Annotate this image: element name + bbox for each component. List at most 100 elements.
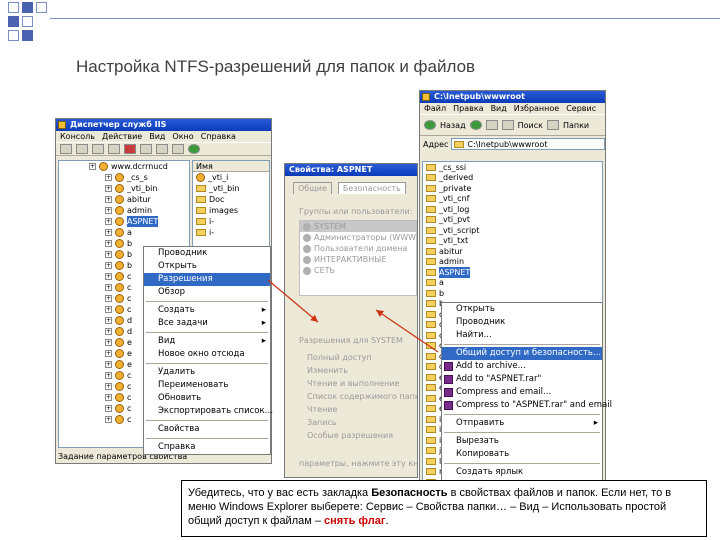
menu-item[interactable]: Обновить — [144, 392, 270, 405]
menu-item[interactable]: Compress to "ASPNET.rar" and email — [442, 399, 612, 412]
address-input[interactable]: C:\Inetpub\wwwroot — [451, 138, 605, 150]
file-item[interactable]: _vti_script — [423, 225, 602, 236]
expand-icon[interactable]: + — [105, 372, 112, 379]
expand-icon[interactable]: + — [105, 218, 112, 225]
explorer-menu-item[interactable]: Избранное — [514, 103, 559, 114]
expand-icon[interactable]: + — [105, 273, 112, 280]
menu-item[interactable]: Проводник — [442, 316, 602, 329]
search-button-label[interactable]: Поиск — [518, 121, 543, 130]
user-list-item[interactable]: SYSTEM — [300, 221, 416, 232]
menu-item[interactable]: Вид ▸ — [144, 335, 270, 348]
menu-item[interactable]: Compress and email... — [442, 386, 602, 399]
menu-item[interactable]: Все задачи ▸ — [144, 317, 270, 330]
menu-item[interactable]: Отправить ▸ — [442, 417, 602, 430]
menu-item[interactable]: Общий доступ и безопасность... — [442, 347, 602, 360]
iis-menu-item[interactable]: Действие — [102, 131, 142, 142]
tree-item[interactable]: + _cs_s — [59, 172, 189, 183]
explorer-menu-item[interactable]: Файл — [424, 103, 446, 114]
play-icon[interactable] — [188, 144, 200, 154]
expand-icon[interactable]: + — [105, 350, 112, 357]
menu-item[interactable]: Разрешения — [144, 273, 270, 286]
file-item[interactable]: ASPNET — [423, 266, 602, 278]
menu-item[interactable]: Add to archive... — [442, 360, 602, 373]
iis-menu-item[interactable]: Вид — [149, 131, 165, 142]
list-item[interactable]: _vti_bin — [193, 183, 269, 194]
menu-item[interactable]: Открыть — [144, 260, 270, 273]
tree-item[interactable]: + abitur — [59, 194, 189, 205]
expand-icon[interactable]: + — [105, 229, 112, 236]
menu-item[interactable]: Обзор — [144, 286, 270, 299]
expand-icon[interactable]: + — [105, 328, 112, 335]
export-icon[interactable] — [156, 144, 168, 154]
folders-button-label[interactable]: Папки — [563, 121, 589, 130]
expand-icon[interactable]: + — [105, 185, 112, 192]
users-list[interactable]: SYSTEM Администраторы (WWW) Пользователи д… — [299, 220, 417, 296]
file-item[interactable]: admin — [423, 257, 602, 268]
iis-menu-item[interactable]: Окно — [172, 131, 193, 142]
menu-item[interactable]: Вырезать — [442, 435, 602, 448]
user-list-item[interactable]: Пользователи домена — [300, 243, 416, 254]
expand-icon[interactable]: + — [105, 240, 112, 247]
menu-item[interactable]: Экспортировать список… — [144, 405, 273, 418]
file-item[interactable]: a — [423, 278, 602, 289]
iis-titlebar[interactable]: Диспетчер служб IIS — [56, 119, 271, 131]
expand-icon[interactable]: + — [89, 163, 96, 170]
menu-item[interactable]: Справка — [144, 441, 270, 454]
menu-item[interactable]: Создать ярлык — [442, 466, 602, 479]
menu-item[interactable]: Проводник — [144, 247, 270, 260]
back-button-label[interactable]: Назад — [440, 121, 466, 130]
forward-icon[interactable] — [76, 144, 88, 154]
back-icon[interactable] — [60, 144, 72, 154]
properties-icon[interactable] — [108, 144, 120, 154]
properties-titlebar[interactable]: Свойства: ASPNET — [285, 164, 417, 176]
expand-icon[interactable]: + — [105, 262, 112, 269]
menu-item[interactable]: Удалить — [144, 366, 270, 379]
list-item[interactable]: images — [193, 205, 269, 216]
tree-item[interactable]: + _vti_bin — [59, 183, 189, 194]
forward-icon[interactable] — [469, 120, 482, 130]
file-item[interactable]: _vti_pvt — [423, 215, 602, 226]
tab-general[interactable]: Общие — [293, 182, 332, 194]
up-icon[interactable] — [92, 144, 104, 154]
back-icon[interactable] — [424, 120, 436, 130]
delete-icon[interactable] — [124, 144, 136, 154]
expand-icon[interactable]: + — [105, 174, 112, 181]
expand-icon[interactable]: + — [105, 284, 112, 291]
expand-icon[interactable]: + — [105, 207, 112, 214]
list-item[interactable]: Doc — [193, 194, 269, 205]
expand-icon[interactable]: + — [105, 317, 112, 324]
list-item[interactable]: _vti_i — [193, 172, 269, 183]
expand-icon[interactable]: + — [105, 306, 112, 313]
explorer-menu-item[interactable]: Сервис — [566, 103, 596, 114]
expand-icon[interactable]: + — [105, 416, 112, 423]
menu-item[interactable]: Новое окно отсюда — [144, 348, 270, 361]
expand-icon[interactable]: + — [105, 383, 112, 390]
up-icon[interactable] — [485, 120, 498, 130]
file-item[interactable]: _vti_cnf — [423, 194, 602, 205]
tab-security[interactable]: Безопасность — [337, 182, 406, 194]
explorer-titlebar[interactable]: C:\Inetpub\wwwroot — [420, 91, 605, 103]
search-icon[interactable] — [501, 120, 514, 130]
file-item[interactable]: _cs_ssi — [423, 162, 602, 173]
list-item[interactable]: i- — [193, 227, 269, 238]
expand-icon[interactable]: + — [105, 361, 112, 368]
expand-icon[interactable]: + — [105, 196, 112, 203]
menu-item[interactable]: Копировать — [442, 448, 602, 461]
expand-icon[interactable]: + — [105, 251, 112, 258]
explorer-menu-item[interactable]: Правка — [453, 103, 483, 114]
iis-menu-item[interactable]: Справка — [201, 131, 236, 142]
menu-item[interactable]: Свойства — [144, 423, 270, 436]
menu-item[interactable]: Открыть — [442, 303, 602, 316]
list-item[interactable]: i- — [193, 216, 269, 227]
tree-item[interactable]: + a — [59, 227, 189, 238]
iis-menu-item[interactable]: Консоль — [60, 131, 95, 142]
file-item[interactable]: _vti_log — [423, 204, 602, 215]
menu-item[interactable]: Найти... — [442, 329, 602, 342]
refresh-icon[interactable] — [140, 144, 152, 154]
tree-item[interactable]: + admin — [59, 205, 189, 216]
menu-item[interactable]: Add to "ASPNET.rar" — [442, 373, 602, 386]
menu-item[interactable]: Создать ▸ — [144, 304, 270, 317]
file-item[interactable]: _derived — [423, 173, 602, 184]
user-list-item[interactable]: ИНТЕРАКТИВНЫЕ — [300, 254, 416, 265]
list-header[interactable]: Имя — [193, 161, 269, 172]
